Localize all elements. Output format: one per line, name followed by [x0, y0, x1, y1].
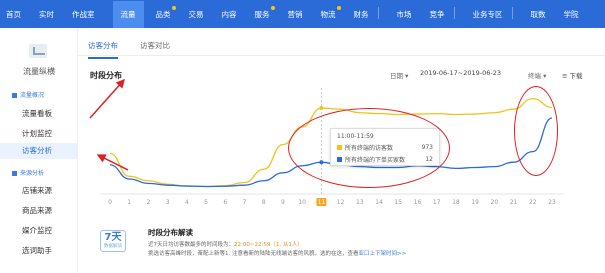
nav-separator	[511, 6, 513, 19]
x-tick-label: 1	[127, 199, 131, 206]
interp-text: 挑选访客高峰时段，奋配上新等1. 注意看新的陆陆无线端访客的风貌，选的在这，查看	[148, 251, 359, 257]
data-point[interactable]	[319, 106, 324, 111]
date-select[interactable]: 日期 ▾	[390, 70, 408, 80]
sidebar-item-shop-source[interactable]: 店铺来源	[0, 185, 78, 196]
interpretation-line: 挑选访客高峰时段，奋配上新等1. 注意看新的陆陆无线端访客的风貌，选的在这，查看…	[148, 249, 406, 257]
nav-home[interactable]: 首页	[6, 9, 21, 20]
nav-data[interactable]: 取数	[531, 9, 546, 20]
nav-dot	[171, 5, 176, 10]
x-tick-label: 8	[262, 199, 266, 206]
x-tick-label: 16	[414, 199, 422, 206]
annotation-ellipse	[288, 108, 450, 188]
x-tick-label: 18	[452, 199, 460, 206]
sidebar-group-overview: 流量概况	[12, 90, 44, 99]
nav-business[interactable]: 业务专区	[473, 6, 513, 20]
interp-link[interactable]: 亚口上下架时间>>	[359, 251, 407, 257]
x-tick-label: 17	[433, 199, 441, 206]
nav-market[interactable]: 市场	[397, 9, 412, 20]
nav-trade[interactable]: 交易	[189, 9, 204, 20]
x-tick-label: 9	[281, 199, 285, 206]
nav-competition[interactable]: 竞争	[430, 6, 455, 20]
x-tick-label: 7	[243, 199, 247, 206]
x-tick-label: 2	[147, 199, 151, 206]
x-tick-label: 10	[298, 199, 306, 206]
interp-text: 近7天日均访客数最多的时间段为：	[148, 242, 235, 248]
x-tick-label: 14	[375, 199, 383, 206]
sidebar-group-source: 来源分析	[12, 168, 44, 177]
x-tick-label: 5	[204, 199, 208, 206]
x-tick-label: 12	[337, 199, 345, 206]
nav-dot	[336, 5, 341, 10]
date-range[interactable]: 2019-06-17~2019-06-23	[420, 69, 501, 77]
sidebar-item-product-source[interactable]: 商品来源	[0, 205, 78, 216]
x-tick-label: 15	[394, 199, 402, 206]
chart-icon	[29, 44, 47, 58]
sidebar-item-keyword-helper[interactable]: 选词助手	[0, 245, 78, 256]
x-tick-label: 13	[356, 199, 364, 206]
nav-warroom[interactable]: 作战室	[72, 9, 95, 20]
nav-finance[interactable]: 财务	[354, 6, 379, 20]
download-button[interactable]: ≡ 下载	[562, 70, 583, 80]
section-title: 时段分布	[90, 71, 122, 80]
nav-logistics[interactable]: 物流	[321, 5, 341, 20]
nav-content[interactable]: 内容	[222, 9, 237, 20]
nav-dot	[270, 5, 275, 10]
nav-category[interactable]: 品类	[156, 5, 176, 20]
nav-traffic[interactable]: 流量	[112, 0, 144, 28]
tab-bar: 访客分布 访客对比	[88, 40, 192, 59]
interp-highlight: 22:00~22:59（1, 从1人）	[234, 242, 303, 248]
sidebar-item-dashboard[interactable]: 流量看板	[0, 108, 78, 119]
interpretation-title: 时段分布解读	[148, 228, 193, 237]
tab-visitor-compare[interactable]: 访客对比	[140, 40, 170, 59]
x-tick-label: 4	[185, 199, 189, 206]
nav-marketing[interactable]: 营销	[288, 9, 303, 20]
nav-separator	[453, 6, 455, 19]
sidebar-item-visitor-analysis[interactable]: 访客分析	[0, 143, 78, 159]
sidebar-title: 流量纵横	[23, 67, 55, 76]
x-tick-label: 22	[529, 199, 537, 206]
tab-visitor-distribution[interactable]: 访客分布	[88, 40, 118, 59]
top-nav: 首页 实时 作战室 流量 品类 交易 内容 服务 营销 物流 财务 市场 竞争 …	[0, 0, 605, 28]
interpretation-line: 近7天日均访客数最多的时间段为：22:00~22:59（1, 从1人）	[148, 240, 303, 248]
tab-divider	[78, 55, 605, 56]
badge-caption: 数据解读	[104, 244, 122, 249]
badge-days: 7天	[104, 232, 122, 243]
sidebar-item-media-monitor[interactable]: 媒介监控	[0, 225, 78, 236]
nav-realtime[interactable]: 实时	[39, 9, 54, 20]
x-tick-label: 11	[318, 199, 326, 206]
device-select[interactable]: 终端 ▾	[528, 70, 546, 80]
nav-separator	[377, 6, 379, 19]
seven-day-badge: 7天 数据解读	[100, 230, 126, 252]
x-tick-label: 21	[510, 199, 518, 206]
x-tick-label: 6	[223, 199, 227, 206]
x-tick-label: 0	[108, 199, 112, 206]
sidebar: 流量纵横 流量概况 流量看板 计划监控 访客分析 来源分析 店铺来源 商品来源 …	[0, 28, 78, 273]
x-tick-label: 19	[471, 199, 479, 206]
x-tick-label: 3	[166, 199, 170, 206]
nav-service[interactable]: 服务	[255, 5, 275, 20]
x-tick-label: 23	[548, 199, 556, 206]
sidebar-item-plan-monitor[interactable]: 计划监控	[0, 128, 78, 139]
nav-academy[interactable]: 学院	[564, 9, 579, 20]
x-tick-label: 20	[491, 199, 499, 206]
annotation-ellipse	[514, 86, 558, 176]
